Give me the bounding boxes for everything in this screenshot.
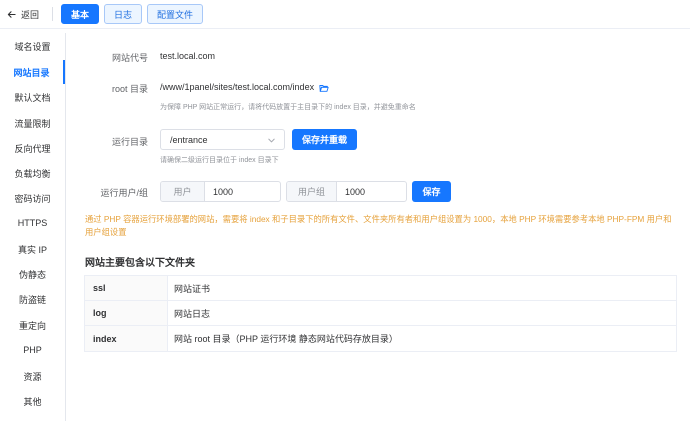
group-prefix: 用户组 — [287, 182, 337, 201]
back-label: 返回 — [21, 9, 40, 20]
root-dir-value: /www/1panel/sites/test.local.com/index — [160, 82, 315, 92]
tab-basic[interactable]: 基本 — [61, 4, 99, 24]
table-row: log 网站日志 — [85, 301, 676, 326]
folder-name: index — [85, 326, 168, 351]
run-user-group-label: 运行用户/组 — [100, 188, 148, 198]
arrow-left-icon — [7, 10, 16, 18]
folder-name: log — [85, 301, 168, 325]
sidebar-item-reverse-proxy[interactable]: 反向代理 — [0, 136, 65, 160]
group-input[interactable]: 1000 — [337, 182, 406, 201]
group-input-group: 用户组 1000 — [286, 181, 407, 202]
root-dir-label: root 目录 — [111, 84, 148, 94]
sidebar-item-other[interactable]: 其他 — [0, 389, 65, 413]
save-and-reload-button[interactable]: 保存并重载 — [292, 129, 357, 150]
sidebar-item-password-access[interactable]: 密码访问 — [0, 186, 65, 210]
folders-table: ssl 网站证书 log 网站日志 index 网站 root 目录（PHP 运… — [84, 275, 677, 352]
user-prefix: 用户 — [161, 182, 205, 201]
top-bar: 返回 基本 日志 配置文件 — [0, 0, 690, 28]
chevron-down-icon — [268, 138, 275, 143]
user-input[interactable]: 1000 — [205, 182, 280, 201]
section-title: 网站主要包含以下文件夹 — [85, 258, 195, 269]
tab-config-file[interactable]: 配置文件 — [147, 4, 203, 24]
run-dir-label: 运行目录 — [111, 137, 148, 147]
sidebar-item-rewrite[interactable]: 伪静态 — [0, 262, 65, 286]
sidebar-item-default-doc[interactable]: 默认文档 — [0, 85, 65, 109]
save-button[interactable]: 保存 — [412, 181, 451, 202]
divider — [52, 7, 53, 21]
divider — [0, 28, 690, 29]
back-button[interactable]: 返回 — [7, 6, 39, 22]
sidebar-item-php[interactable]: PHP — [0, 338, 65, 362]
run-dir-hint: 请确保二级运行目录位于 index 目录下 — [160, 157, 279, 164]
tab-logs[interactable]: 日志 — [104, 4, 142, 24]
user-input-group: 用户 1000 — [160, 181, 281, 202]
sidebar-item-redirect[interactable]: 重定向 — [0, 313, 65, 337]
table-row: index 网站 root 目录（PHP 运行环境 静态网站代码存放目录） — [85, 326, 676, 351]
sidebar-item-site-directory[interactable]: 网站目录 — [0, 60, 65, 84]
folder-desc: 网站 root 目录（PHP 运行环境 静态网站代码存放目录） — [174, 334, 398, 344]
sidebar-item-https[interactable]: HTTPS — [0, 211, 65, 235]
sidebar: 域名设置 网站目录 默认文档 流量限制 反向代理 负载均衡 密码访问 HTTPS… — [0, 33, 66, 421]
folder-name: ssl — [85, 276, 168, 300]
root-dir-hint: 为保障 PHP 网站正常运行，请将代码放置于主目录下的 index 目录，并避免… — [160, 104, 416, 111]
folder-open-icon[interactable] — [319, 83, 329, 93]
run-dir-select[interactable]: /entrance — [160, 129, 285, 150]
sidebar-item-resources[interactable]: 资源 — [0, 364, 65, 388]
sidebar-item-domain[interactable]: 域名设置 — [0, 34, 65, 58]
folder-desc: 网站日志 — [174, 308, 211, 319]
sidebar-item-hotlink[interactable]: 防盗链 — [0, 287, 65, 311]
folder-desc: 网站证书 — [174, 283, 211, 294]
sidebar-item-traffic-limit[interactable]: 流量限制 — [0, 111, 65, 135]
permission-warning: 通过 PHP 容器运行环境部署的网站，需要将 index 和子目录下的所有文件、… — [85, 214, 672, 237]
sidebar-item-load-balance[interactable]: 负载均衡 — [0, 161, 65, 185]
site-code-label: 网站代号 — [111, 53, 148, 63]
sidebar-item-real-ip[interactable]: 真实 IP — [0, 237, 65, 261]
site-code-value: test.local.com — [160, 51, 216, 61]
run-dir-select-value: /entrance — [170, 134, 208, 145]
table-row: ssl 网站证书 — [85, 276, 676, 301]
